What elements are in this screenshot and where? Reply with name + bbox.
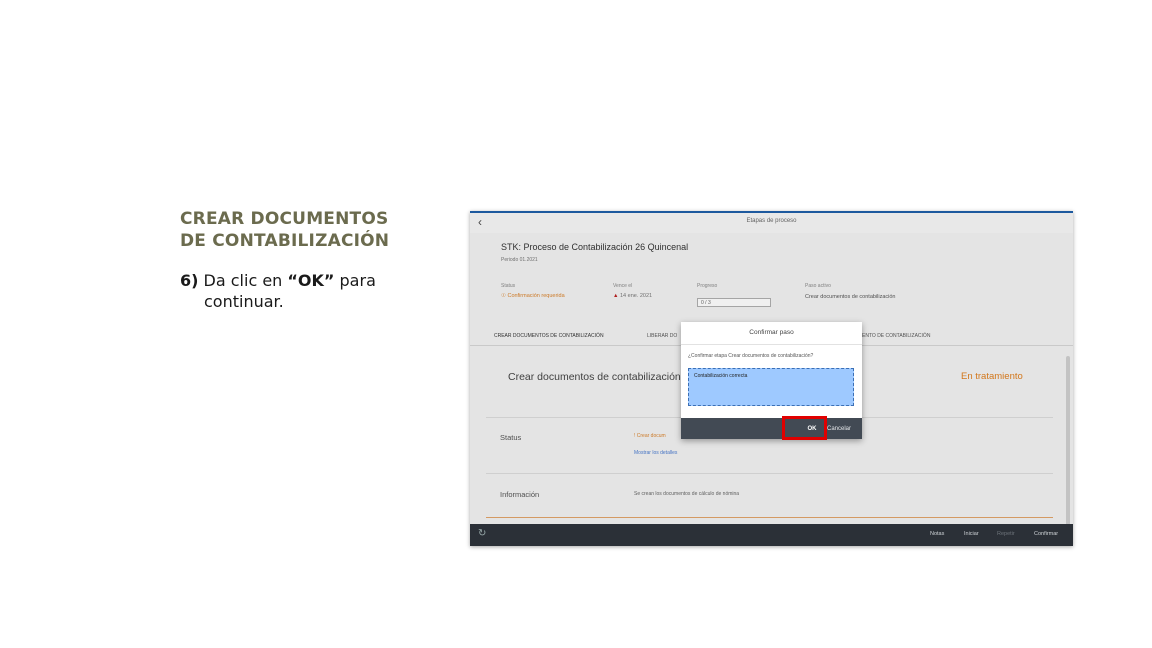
step-bold: “OK” [287,271,335,290]
refresh-icon[interactable]: ↻ [478,528,486,539]
notes-button[interactable]: Notas [930,531,944,537]
dialog-question: ¿Confirmar etapa Crear documentos de con… [688,353,814,359]
app-screenshot: ‹ Etapas de proceso STK: Proceso de Cont… [470,211,1073,546]
repeat-button[interactable]: Repetir [997,531,1015,537]
cancel-button[interactable]: Cancelar [827,424,857,434]
step-text-line2: continuar. [204,292,284,311]
step-text-before: Da clic en [203,271,288,290]
comment-textarea[interactable]: Contabilización correcta [688,368,854,406]
confirm-button[interactable]: Confirmar [1034,531,1058,537]
heading-line-1: CREAR DOCUMENTOS [180,209,389,229]
instruction-step: 6) Da clic en “OK” para continuar. [180,270,420,312]
start-button[interactable]: Iniciar [964,531,979,537]
step-number: 6) [180,271,199,290]
dialog-title: Confirmar paso [749,329,794,336]
ok-highlight-box [782,416,827,440]
confirm-dialog: Confirmar paso ¿Confirmar etapa Crear do… [681,322,862,439]
heading-line-2: DE CONTABILIZACIÓN [180,231,390,251]
dialog-footer: OK Cancelar [681,418,862,439]
step-text-after: para [334,271,376,290]
instruction-heading: CREAR DOCUMENTOS DE CONTABILIZACIÓN [180,208,420,252]
divider [681,344,862,345]
app-footer: ↻ Notas Iniciar Repetir Confirmar [470,524,1073,546]
